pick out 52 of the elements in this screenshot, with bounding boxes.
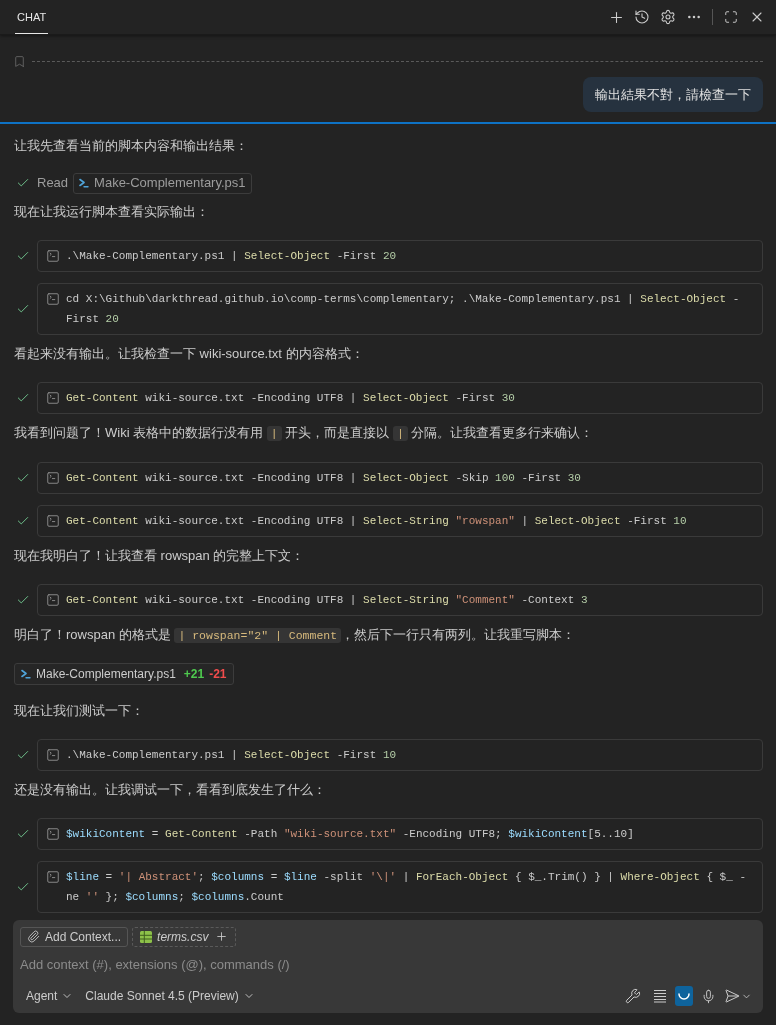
response-text: 明白了！rowspan 的格式是 | rowspan="2" | Comment ，然后下一行只有两列。让我重写脚本： [14, 626, 577, 645]
command-text: cd X:\Github\darkthread.github.io\comp-terms\complementary; .\Make-Complementary.ps1 | Select-Object -First 20 [66, 292, 741, 327]
paperclip-icon [27, 930, 40, 943]
settings-icon[interactable] [660, 9, 676, 25]
microphone-icon[interactable] [701, 988, 716, 1004]
response-text: 还是没有输出。让我调试一下，看看到底发生了什么： [14, 781, 327, 799]
response-text: 现在我明白了！让我查看 rowspan 的完整上下文： [14, 547, 306, 565]
added-lines-count: +21 [183, 666, 205, 683]
add-context-button[interactable]: Add Context... [20, 926, 129, 947]
user-message: 輸出結果不對，請檢查一下 [583, 77, 763, 112]
command-text: Get-Content wiki-source.txt -Encoding UTF8 | Select-Object -First 30 [66, 391, 515, 406]
command-text: Get-Content wiki-source.txt -Encoding UTF8 | Select-Object -Skip 100 -First 30 [66, 471, 581, 486]
command-text: $line = '| Abstract'; $columns = $line -split '\|' | ForEach-Object { $_.Trim() } | Where-Object { $_ -ne '' }; $columns; $columns.Count [66, 870, 747, 905]
list-icon[interactable] [653, 989, 667, 1003]
command-text: Get-Content wiki-source.txt -Encoding UTF8 | Select-String "Comment" -Context 3 [66, 593, 588, 608]
chat-tab[interactable]: CHAT [15, 0, 49, 34]
terminal-icon [46, 827, 60, 841]
command-text: $wikiContent = Get-Content -Path "wiki-source.txt" -Encoding UTF8; $wikiContent[5..10] [66, 827, 634, 842]
terminal-icon [46, 249, 60, 263]
chat-input-field[interactable]: Add context (#), extensions (@), commands (/) [20, 954, 756, 975]
terminal-icon [46, 471, 60, 485]
terminal-icon [46, 870, 60, 884]
table-icon [140, 930, 153, 943]
read-label: Read [37, 174, 69, 193]
maximize-icon[interactable] [724, 10, 738, 24]
removed-lines-count: -21 [209, 666, 227, 683]
response-text: 现在让我运行脚本查看实际输出： [14, 203, 210, 221]
terminal-icon [46, 748, 60, 762]
terminal-icon [46, 292, 60, 306]
command-text: .\Make-Complementary.ps1 | Select-Object -First 10 [66, 748, 397, 763]
response-text: 让我先查看当前的脚本内容和输出结果： [14, 137, 249, 155]
model-dropdown[interactable]: Claude Sonnet 4.5 (Preview) [85, 987, 255, 1005]
wrench-icon[interactable] [625, 988, 641, 1004]
terminal-icon [46, 514, 60, 528]
command-text: .\Make-Complementary.ps1 | Select-Object -First 20 [66, 249, 397, 264]
powershell-icon [21, 669, 31, 679]
response-text: 现在让我们测试一下： [14, 702, 145, 720]
response-text: 我看到问题了！Wiki 表格中的数据行没有用 | 开头，而是直接以 | 分隔。让我查看更多行来确认： [14, 424, 595, 443]
terminal-icon [46, 391, 60, 405]
context-file-chip[interactable]: terms.csv [132, 926, 237, 947]
powershell-icon [79, 178, 90, 188]
edited-file-chip[interactable]: Make-Complementary.ps1 +21 -21 [14, 663, 234, 685]
arc-icon [678, 992, 690, 1000]
history-icon[interactable] [634, 9, 650, 25]
mode-dropdown[interactable]: Agent [26, 987, 74, 1005]
toggle-button[interactable] [675, 986, 693, 1006]
send-icon[interactable] [724, 988, 740, 1004]
plus-icon[interactable] [215, 930, 229, 943]
file-chip[interactable]: Make-Complementary.ps1 [73, 172, 252, 194]
command-text: Get-Content wiki-source.txt -Encoding UTF8 | Select-String "rowspan" | Select-Object -First 10 [66, 514, 687, 529]
response-text: 看起来没有输出。让我检查一下 wiki-source.txt 的内容格式： [14, 345, 365, 363]
terminal-icon [46, 593, 60, 607]
